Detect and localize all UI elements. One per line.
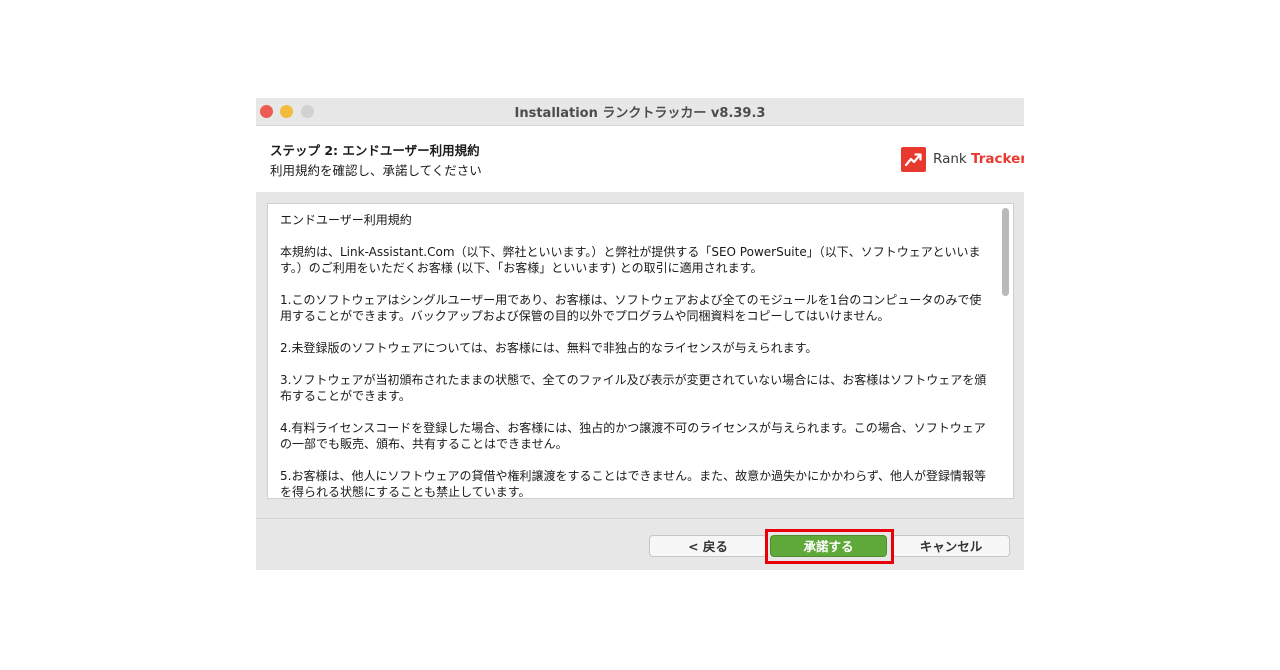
step-header: ステップ 2: エンドユーザー利用規約 利用規約を確認し、承諾してください Ra… xyxy=(256,126,1024,192)
title-bar[interactable]: Installation ランクトラッカー v8.39.3 xyxy=(256,98,1024,126)
vertical-scrollbar[interactable] xyxy=(1001,207,1010,495)
license-text: エンドユーザー利用規約 本規約は、Link-Assistant.Com（以下、弊… xyxy=(280,212,992,499)
logo-text-accent: Tracker xyxy=(971,151,1024,167)
back-button[interactable]: < 戻る xyxy=(649,535,767,557)
logo-text-prefix: Rank xyxy=(933,151,972,167)
cancel-button[interactable]: キャンセル xyxy=(892,535,1010,557)
content-area: エンドユーザー利用規約 本規約は、Link-Assistant.Com（以下、弊… xyxy=(256,192,1024,518)
button-bar: < 戻る 承諾する キャンセル xyxy=(256,518,1024,570)
step-title: ステップ 2: エンドユーザー利用規約 xyxy=(270,143,480,158)
agreement-paragraph: 5.お客様は、他人にソフトウェアの貸借や権利譲渡をすることはできません。また、故… xyxy=(280,469,987,499)
scrollbar-thumb[interactable] xyxy=(1002,208,1009,296)
agreement-paragraph: 4.有料ライセンスコードを登録した場合、お客様には、独占的かつ譲渡不可のライセン… xyxy=(280,421,986,451)
installer-window: Installation ランクトラッカー v8.39.3 ステップ 2: エン… xyxy=(256,98,1024,570)
logo-text: Rank Tracker xyxy=(933,151,1024,167)
accept-button-highlight xyxy=(765,529,894,564)
agreement-heading: エンドユーザー利用規約 xyxy=(280,213,412,227)
agreement-paragraph: 1.このソフトウェアはシングルユーザー用であり、お客様は、ソフトウェアおよび全て… xyxy=(280,293,982,323)
window-title: Installation ランクトラッカー v8.39.3 xyxy=(514,106,766,121)
agreement-paragraph: 2.未登録版のソフトウェアについては、お客様には、無料で非独占的なライセンスが与… xyxy=(280,341,818,355)
agreement-paragraph: 3.ソフトウェアが当初頒布されたままの状態で、全てのファイル及び表示が変更されて… xyxy=(280,373,987,403)
trend-chart-icon xyxy=(901,146,926,172)
license-agreement-textbox[interactable]: エンドユーザー利用規約 本規約は、Link-Assistant.Com（以下、弊… xyxy=(267,203,1014,499)
step-subtitle: 利用規約を確認し、承諾してください xyxy=(270,163,482,178)
rank-tracker-logo: Rank Tracker xyxy=(901,146,1024,172)
agreement-paragraph: 本規約は、Link-Assistant.Com（以下、弊社といいます。）と弊社が… xyxy=(280,245,981,275)
